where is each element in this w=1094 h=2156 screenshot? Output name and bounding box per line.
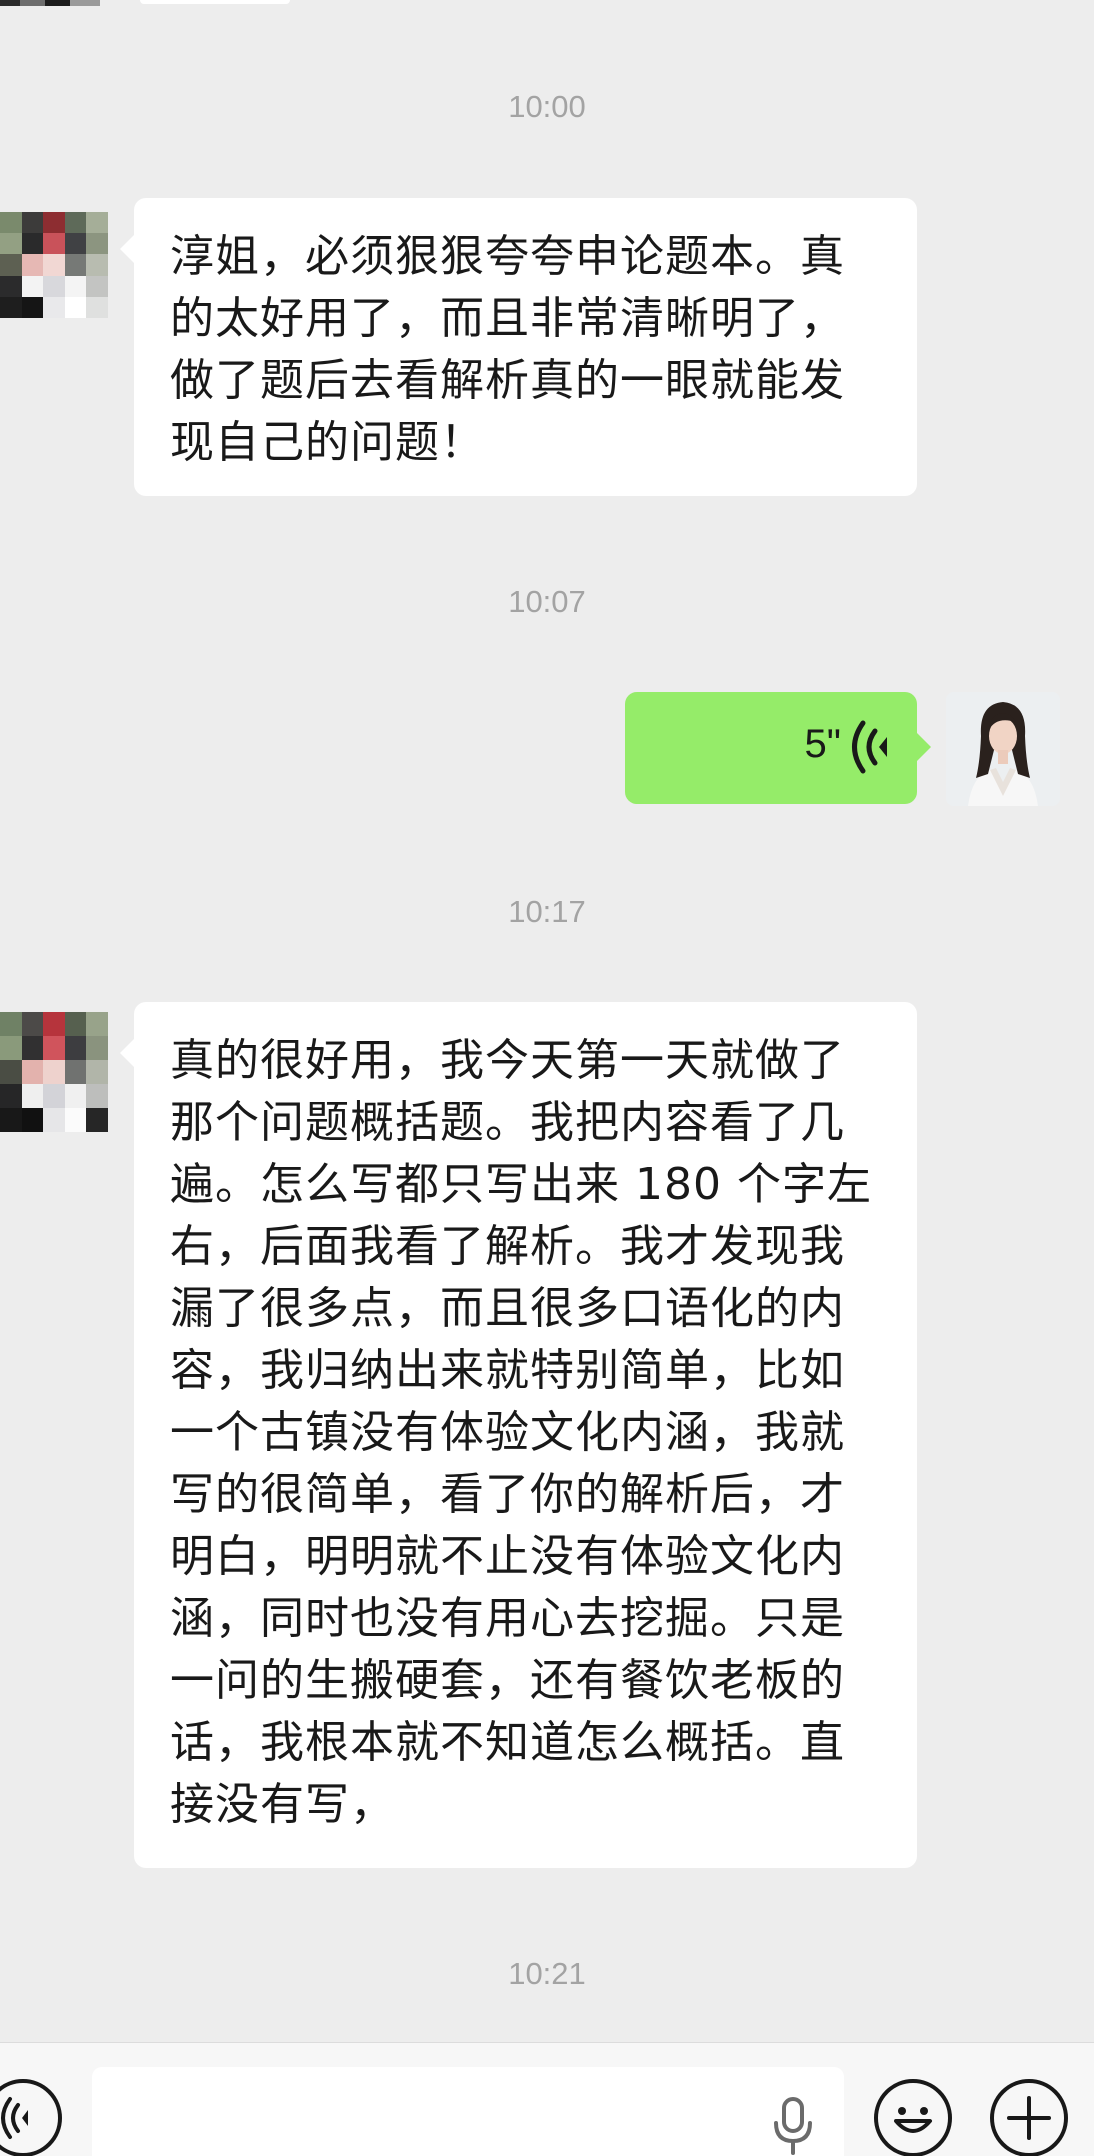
message-line: 接没有写， — [170, 1779, 395, 1830]
timestamp: 10:00 — [508, 89, 586, 124]
partial-message-bubble — [140, 0, 290, 4]
voice-message-bubble[interactable]: 5" — [625, 692, 931, 804]
plus-icon[interactable] — [990, 2079, 1068, 2156]
message-line: 写的很简单，看了你的解析后，才 — [170, 1469, 845, 1520]
message-bubble[interactable]: 淳姐，必须狠狠夸夸申论题本。真 的太好用了，而且非常清晰明了， 做了题后去看解析… — [120, 198, 917, 496]
self-avatar[interactable] — [946, 692, 1060, 806]
message-line: 真的很好用，我今天第一天就做了 — [170, 1035, 845, 1086]
message-line: 明白，明明就不止没有体验文化内 — [170, 1531, 845, 1582]
contact-avatar[interactable] — [0, 212, 108, 318]
voice-wave-icon — [849, 720, 897, 774]
timestamp: 10:21 — [508, 1956, 586, 1991]
message-line: 的太好用了，而且非常清晰明了， — [170, 293, 845, 344]
voice-duration: 5" — [804, 722, 841, 766]
message-line: 话，我根本就不知道怎么概括。直 — [170, 1717, 845, 1768]
contact-avatar[interactable] — [0, 1012, 108, 1132]
partial-avatar — [0, 0, 100, 6]
microphone-icon[interactable] — [771, 2097, 815, 2156]
message-line: 一问的生搬硬套，还有餐饮老板的 — [170, 1655, 845, 1706]
message-line: 一个古镇没有体验文化内涵，我就 — [170, 1407, 845, 1458]
message-line: 现自己的问题！ — [170, 417, 485, 468]
emoji-icon[interactable] — [874, 2079, 952, 2156]
message-line: 淳姐，必须狠狠夸夸申论题本。真 — [170, 231, 845, 282]
timestamp: 10:17 — [508, 894, 586, 929]
message-line: 容，我归纳出来就特别简单，比如 — [170, 1345, 845, 1396]
message-bubble[interactable]: 真的很好用，我今天第一天就做了 那个问题概括题。我把内容看了几 遍。怎么写都只写… — [120, 1002, 917, 1868]
timestamp: 10:07 — [508, 584, 586, 619]
voice-toggle-icon[interactable] — [0, 2079, 62, 2156]
message-line: 做了题后去看解析真的一眼就能发 — [170, 355, 845, 406]
message-line: 涵，同时也没有用心去挖掘。只是 — [170, 1593, 845, 1644]
message-input[interactable] — [92, 2067, 844, 2156]
message-line: 右，后面我看了解析。我才发现我 — [170, 1221, 845, 1272]
chat-screen: 10:00 淳姐，必须狠狠夸夸申论题本。真 的太好用了，而且非常清晰明了， 做了… — [0, 0, 1094, 2156]
message-line: 遍。怎么写都只写出来 180 个字左 — [170, 1159, 872, 1210]
chat-input-bar — [0, 2042, 1094, 2156]
message-line: 那个问题概括题。我把内容看了几 — [170, 1097, 845, 1148]
message-line: 漏了很多点，而且很多口语化的内 — [170, 1283, 845, 1334]
